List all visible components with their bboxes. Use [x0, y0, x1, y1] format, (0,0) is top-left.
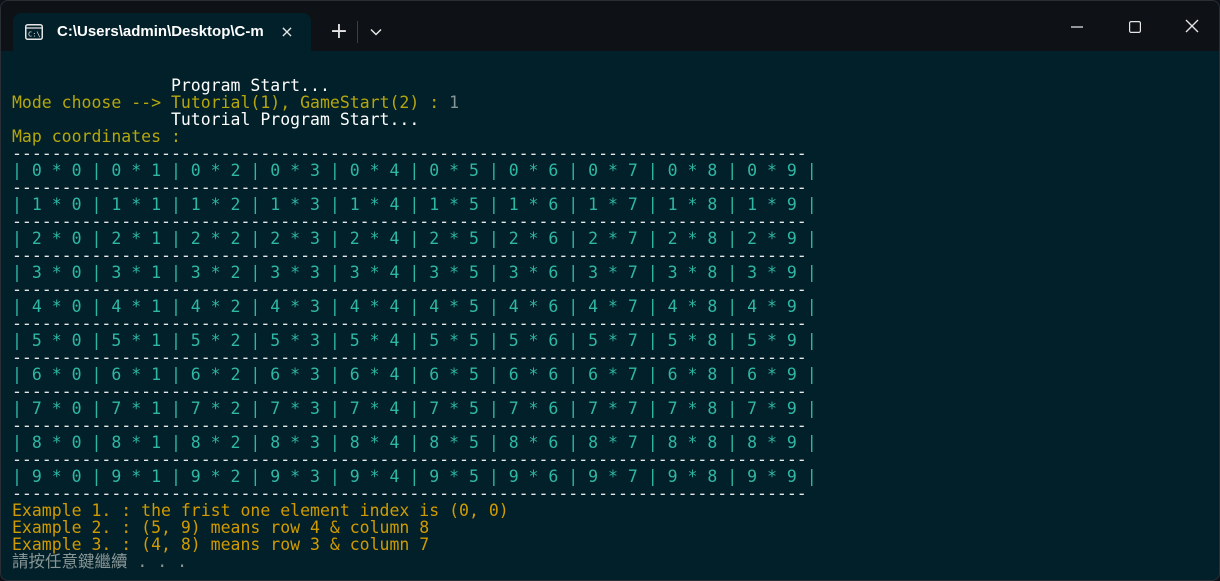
terminal-output[interactable]: Program Start... Mode choose --> Tutorial… — [12, 60, 1212, 570]
chevron-down-icon[interactable] — [359, 13, 393, 51]
map-row-7: | 7 * 0 | 7 * 1 | 7 * 2 | 7 * 3 | 7 * 4 … — [12, 399, 817, 418]
map-row-1: | 1 * 0 | 1 * 1 | 1 * 2 | 1 * 3 | 1 * 4 … — [12, 195, 817, 214]
map-row-2: | 2 * 0 | 2 * 1 | 2 * 2 | 2 * 3 | 2 * 4 … — [12, 229, 817, 248]
press-any-key-line: 請按任意鍵繼續 . . . — [12, 552, 188, 571]
map-row-5: | 5 * 0 | 5 * 1 | 5 * 2 | 5 * 3 | 5 * 4 … — [12, 331, 817, 350]
map-row-4: | 4 * 0 | 4 * 1 | 4 * 2 | 4 * 3 | 4 * 4 … — [12, 297, 817, 316]
separator-line: ----------------------------------------… — [12, 484, 807, 503]
separator-line: ----------------------------------------… — [12, 178, 807, 197]
separator-line: ----------------------------------------… — [12, 416, 807, 435]
example-3-line: Example 3. : (4, 8) means row 3 & column… — [12, 535, 430, 554]
title-bar[interactable]: C:\ C:\Users\admin\Desktop\C-m × + — [1, 1, 1219, 51]
map-coordinates-label: Map coordinates : — [12, 127, 181, 146]
separator-line: ----------------------------------------… — [12, 450, 807, 469]
minimize-icon[interactable] — [1048, 1, 1106, 51]
mode-input: 1 — [449, 93, 460, 112]
maximize-icon[interactable] — [1106, 1, 1164, 51]
example-2-line: Example 2. : (5, 9) means row 4 & column… — [12, 518, 430, 537]
separator-line: ----------------------------------------… — [12, 280, 807, 299]
terminal-icon: C:\ — [25, 24, 43, 40]
map-row-6: | 6 * 0 | 6 * 1 | 6 * 2 | 6 * 3 | 6 * 4 … — [12, 365, 817, 384]
separator-line: ----------------------------------------… — [12, 212, 807, 231]
svg-text:C:\: C:\ — [28, 31, 41, 39]
program-start-line: Program Start... — [12, 76, 330, 95]
separator-line: ----------------------------------------… — [12, 382, 807, 401]
close-icon[interactable]: × — [277, 22, 297, 42]
titlebar-divider — [357, 21, 358, 43]
separator-line: ----------------------------------------… — [12, 348, 807, 367]
map-row-8: | 8 * 0 | 8 * 1 | 8 * 2 | 8 * 3 | 8 * 4 … — [12, 433, 817, 452]
separator-line: ----------------------------------------… — [12, 144, 807, 163]
map-row-3: | 3 * 0 | 3 * 1 | 3 * 2 | 3 * 3 | 3 * 4 … — [12, 263, 817, 282]
map-row-9: | 9 * 0 | 9 * 1 | 9 * 2 | 9 * 3 | 9 * 4 … — [12, 467, 817, 486]
map-row-0: | 0 * 0 | 0 * 1 | 0 * 2 | 0 * 3 | 0 * 4 … — [12, 161, 817, 180]
separator-line: ----------------------------------------… — [12, 246, 807, 265]
close-window-icon[interactable] — [1163, 1, 1219, 51]
separator-line: ----------------------------------------… — [12, 314, 807, 333]
plus-icon[interactable]: + — [322, 13, 356, 51]
tab-title: C:\Users\admin\Desktop\C-m — [57, 23, 264, 40]
tutorial-start-line: Tutorial Program Start... — [12, 110, 420, 129]
terminal-tab[interactable]: C:\ C:\Users\admin\Desktop\C-m × — [13, 13, 311, 51]
example-1-line: Example 1. : the frist one element index… — [12, 501, 509, 520]
mode-choose-line: Mode choose --> Tutorial(1), GameStart(2… — [12, 94, 1212, 111]
terminal-window: C:\ C:\Users\admin\Desktop\C-m × + Progr… — [0, 0, 1220, 581]
